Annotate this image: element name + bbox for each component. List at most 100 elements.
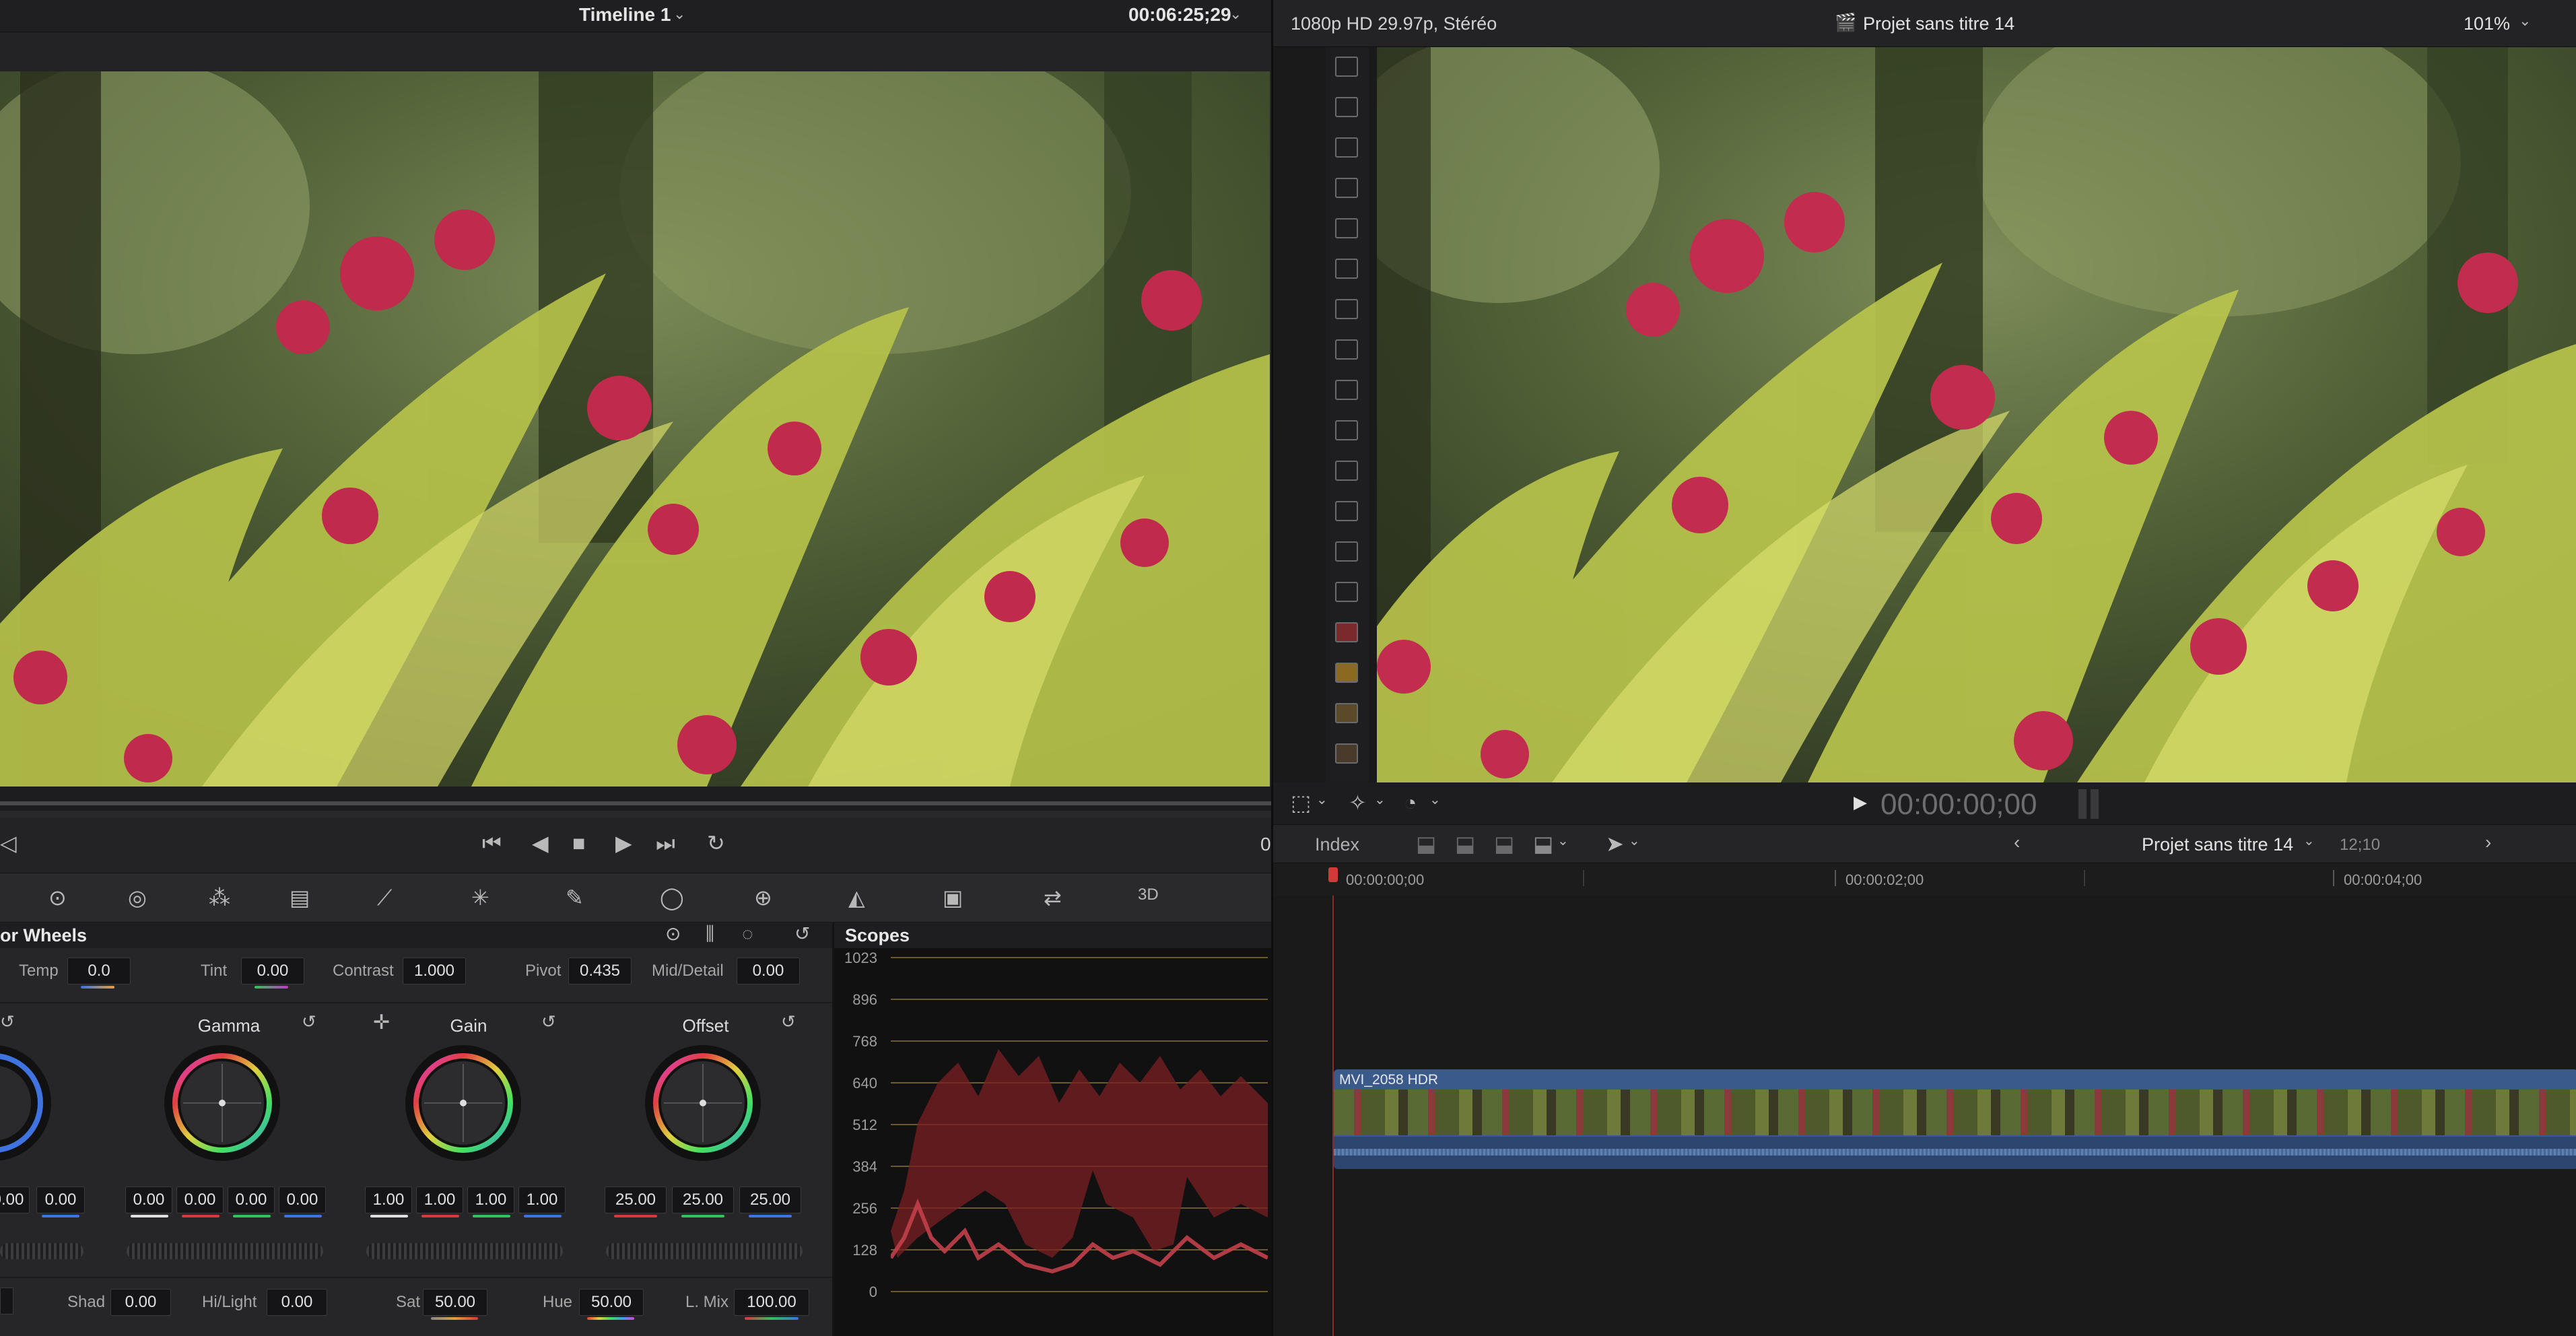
index-button[interactable]: Index bbox=[1315, 834, 1359, 855]
shad-value[interactable]: 0.00 bbox=[110, 1289, 171, 1316]
timeline-clip[interactable]: MVI_2058 HDR bbox=[1334, 1069, 2576, 1169]
gain-g-value[interactable]: 1.00 bbox=[467, 1187, 514, 1213]
sizing-icon[interactable]: ⇄ bbox=[1044, 887, 1062, 908]
color-wheels-icon[interactable]: ⊙ bbox=[48, 887, 67, 908]
play-icon[interactable]: ▶ bbox=[615, 832, 632, 854]
hilight-value[interactable]: 0.00 bbox=[267, 1289, 327, 1316]
sat-value[interactable]: 50.00 bbox=[423, 1289, 487, 1316]
picker-icon[interactable]: ✛ bbox=[373, 1013, 390, 1033]
gain-r-value[interactable]: 1.00 bbox=[416, 1187, 463, 1213]
chevron-down-icon[interactable]: ⌄ bbox=[1229, 7, 1242, 22]
chevron-down-icon[interactable]: ⌄ bbox=[1374, 793, 1386, 807]
transform-icon[interactable]: ⬚ bbox=[1291, 792, 1311, 813]
hdr-wheels-icon[interactable]: ◎ bbox=[128, 887, 147, 908]
stop-icon[interactable]: ■ bbox=[572, 832, 585, 854]
step-back-icon[interactable]: ◀ bbox=[532, 832, 549, 854]
bottom-left-box[interactable] bbox=[0, 1288, 13, 1314]
gamma-r-value[interactable]: 0.00 bbox=[176, 1187, 224, 1213]
gain-color-wheel[interactable] bbox=[403, 1042, 524, 1164]
resolve-viewer[interactable] bbox=[0, 71, 1270, 787]
chevron-down-icon[interactable]: ⌄ bbox=[1629, 834, 1640, 848]
offset-g-value[interactable]: 25.00 bbox=[672, 1187, 734, 1213]
lift-jog-wheel[interactable] bbox=[0, 1243, 83, 1259]
play-icon[interactable]: ▶ bbox=[1854, 793, 1867, 811]
hue-value[interactable]: 50.00 bbox=[579, 1289, 644, 1316]
pivot-value[interactable]: 0.435 bbox=[568, 958, 632, 984]
tracker-icon[interactable]: ⊕ bbox=[754, 887, 772, 908]
timeline-title[interactable]: Timeline 1 bbox=[579, 4, 671, 26]
primaries-bars-icon[interactable]: ⫼ bbox=[706, 925, 714, 943]
overwrite-clip-icon[interactable]: ⬓ bbox=[1533, 833, 1553, 855]
film-slot[interactable] bbox=[1335, 380, 1358, 400]
gamma-jog-wheel[interactable] bbox=[127, 1243, 323, 1259]
waveform-scope[interactable]: 1023 896 768 640 512 384 256 128 0 bbox=[832, 948, 1271, 1336]
chevron-down-icon[interactable]: ⌄ bbox=[1316, 793, 1328, 807]
key-icon[interactable]: ▣ bbox=[943, 887, 963, 908]
film-slot[interactable] bbox=[1335, 299, 1358, 319]
offset-color-wheel[interactable] bbox=[642, 1042, 764, 1164]
gamma-g-value[interactable]: 0.00 bbox=[228, 1187, 275, 1213]
reset-icon[interactable]: ↺ bbox=[541, 1013, 556, 1030]
film-slot[interactable] bbox=[1335, 339, 1358, 360]
scrub-bar[interactable] bbox=[0, 801, 1271, 805]
rgb-mixer-icon[interactable]: ⁂ bbox=[209, 887, 230, 908]
curves-icon[interactable]: ⟋ bbox=[377, 887, 392, 908]
film-slot[interactable] bbox=[1335, 218, 1358, 238]
speed-icon[interactable]: ◔ bbox=[1404, 792, 1417, 813]
fcp-viewer[interactable] bbox=[1377, 47, 2576, 782]
film-slot[interactable] bbox=[1335, 582, 1358, 602]
reset-icon[interactable]: ↺ bbox=[0, 1013, 15, 1030]
timeline-area[interactable]: MVI_2058 HDR bbox=[1273, 896, 2576, 1336]
gamma-color-wheel[interactable] bbox=[162, 1042, 283, 1164]
mid-detail-value[interactable]: 0.00 bbox=[737, 958, 800, 984]
reset-icon[interactable]: ↺ bbox=[794, 925, 810, 943]
gain-y-value[interactable]: 1.00 bbox=[365, 1187, 412, 1213]
connect-clip-icon[interactable]: ⬓ bbox=[1416, 833, 1436, 855]
primaries-wheels-icon[interactable]: ⊙ bbox=[665, 925, 681, 943]
insert-clip-icon[interactable]: ⬓ bbox=[1455, 833, 1475, 855]
chevron-down-icon[interactable]: ⌄ bbox=[2303, 834, 2315, 848]
playhead-marker[interactable] bbox=[1328, 867, 1338, 882]
film-slot[interactable] bbox=[1335, 259, 1358, 279]
loop-icon[interactable]: ↻ bbox=[707, 832, 725, 854]
timeline-project-name[interactable]: Projet sans titre 14 bbox=[2142, 834, 2293, 855]
skip-to-start-icon[interactable]: ⏮ bbox=[482, 832, 502, 854]
zoom-level[interactable]: 101% bbox=[2464, 13, 2510, 34]
lmix-value[interactable]: 100.00 bbox=[734, 1289, 809, 1316]
log-wheels-icon[interactable]: ◌ bbox=[742, 925, 753, 943]
film-slot[interactable] bbox=[1335, 178, 1358, 198]
audio-icon[interactable]: ◁ bbox=[0, 832, 17, 854]
motion-effects-icon[interactable]: ▤ bbox=[290, 887, 310, 908]
film-slot[interactable] bbox=[1335, 663, 1358, 683]
blur-icon[interactable]: ◭ bbox=[848, 887, 865, 908]
gamma-b-value[interactable]: 0.00 bbox=[279, 1187, 326, 1213]
color-warper-icon[interactable]: ✳ bbox=[471, 887, 489, 908]
chevron-down-icon[interactable]: ⌄ bbox=[1557, 834, 1569, 848]
offset-r-value[interactable]: 25.00 bbox=[605, 1187, 667, 1213]
film-slot[interactable] bbox=[1335, 97, 1358, 117]
film-slot[interactable] bbox=[1335, 57, 1358, 77]
film-slot[interactable] bbox=[1335, 541, 1358, 562]
chevron-right-icon[interactable]: › bbox=[2485, 833, 2491, 852]
film-slot[interactable] bbox=[1335, 461, 1358, 481]
gain-b-value[interactable]: 1.00 bbox=[518, 1187, 566, 1213]
film-slot[interactable] bbox=[1335, 622, 1358, 642]
3d-icon[interactable]: 3D bbox=[1138, 887, 1159, 903]
offset-jog-wheel[interactable] bbox=[606, 1243, 803, 1259]
reset-icon[interactable]: ↺ bbox=[302, 1013, 316, 1030]
film-slot[interactable] bbox=[1335, 743, 1358, 764]
lift-color-wheel[interactable] bbox=[0, 1042, 54, 1164]
gain-jog-wheel[interactable] bbox=[366, 1243, 563, 1259]
enhance-wand-icon[interactable]: ✧ bbox=[1349, 792, 1367, 813]
append-clip-icon[interactable]: ⬓ bbox=[1494, 833, 1514, 855]
lift-value[interactable]: 0.00 bbox=[0, 1187, 30, 1213]
skip-to-end-icon[interactable]: ⏭ bbox=[656, 832, 675, 854]
lift-value[interactable]: 0.00 bbox=[36, 1187, 85, 1213]
tint-value[interactable]: 0.00 bbox=[241, 958, 304, 984]
select-tool-icon[interactable]: ➤ bbox=[1606, 833, 1624, 855]
contrast-value[interactable]: 1.000 bbox=[403, 958, 466, 984]
chevron-left-icon[interactable]: ‹ bbox=[2014, 833, 2020, 852]
film-slot[interactable] bbox=[1335, 420, 1358, 440]
timeline-ruler[interactable]: 00:00:00;00 00:00:02;00 00:00:04;00 bbox=[1273, 863, 2576, 896]
reset-icon[interactable]: ↺ bbox=[781, 1013, 796, 1030]
